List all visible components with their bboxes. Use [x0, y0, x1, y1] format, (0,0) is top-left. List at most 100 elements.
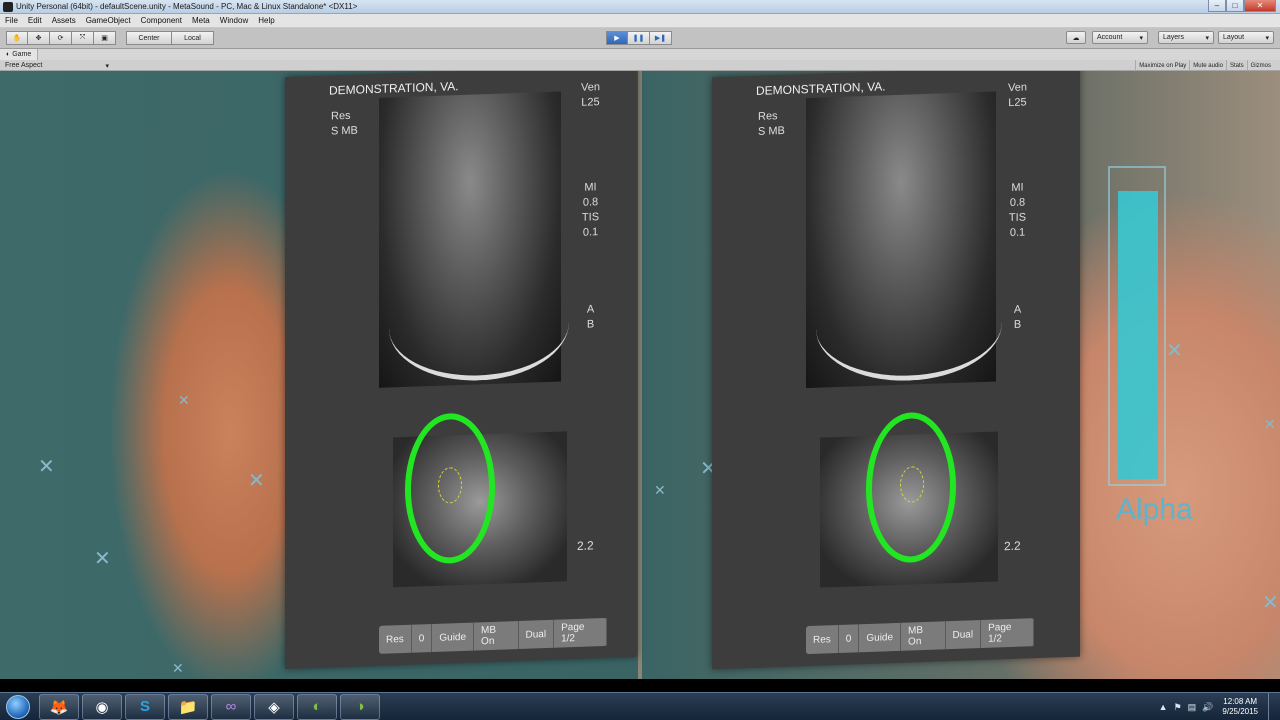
stats-toggle[interactable]: Stats: [1225, 60, 1247, 71]
flag-icon[interactable]: ⚑: [1171, 702, 1185, 713]
monitor-left-labels: Res S MB: [758, 109, 785, 140]
menu-meta[interactable]: Meta: [187, 16, 215, 25]
game-view-icon: ◐: [6, 51, 11, 58]
tracking-marker: ✕: [178, 392, 190, 408]
explorer-app-icon[interactable]: 📁: [168, 693, 208, 720]
tis-value: 0.1: [1009, 226, 1026, 240]
cloud-icon[interactable]: ☁: [1066, 31, 1086, 44]
mi-value: 0.8: [1009, 196, 1026, 210]
mi-label: MI: [584, 181, 597, 194]
footer-guide: Guide: [432, 622, 475, 653]
menu-assets[interactable]: Assets: [47, 16, 81, 25]
playback-controls: ▶ ❚❚ ▶❚: [606, 31, 672, 45]
layers-label: Layers: [1163, 34, 1185, 41]
maximize-button[interactable]: □: [1226, 0, 1244, 12]
system-clock[interactable]: 12:08 AM 9/25/2015: [1216, 697, 1268, 717]
chevron-down-icon: ▾: [1205, 34, 1209, 42]
scale-tool-icon[interactable]: ⤧: [72, 31, 94, 45]
account-dropdown[interactable]: Account ▾: [1092, 31, 1148, 44]
mute-audio-toggle[interactable]: Mute audio: [1189, 60, 1226, 71]
network-icon[interactable]: ▤: [1185, 702, 1200, 713]
move-tool-icon[interactable]: ✥: [28, 31, 50, 45]
volume-icon[interactable]: 🔊: [1199, 702, 1216, 713]
step-button[interactable]: ▶❚: [650, 31, 672, 45]
unity-app-icon[interactable]: ◈: [254, 693, 294, 720]
pivot-controls: Center Local: [126, 31, 214, 45]
tis-value: 0.1: [582, 226, 599, 239]
show-desktop-button[interactable]: [1268, 693, 1280, 720]
gizmos-dropdown[interactable]: Gizmos: [1246, 60, 1274, 71]
ultrasound-monitor-right: DEMONSTRATION, VA. Res S MB Ven L25 MI 0…: [712, 71, 1080, 670]
pause-button[interactable]: ❚❚: [628, 31, 650, 45]
menu-gameobject[interactable]: GameObject: [81, 16, 136, 25]
tracking-marker: ✕: [1264, 416, 1276, 432]
play-button[interactable]: ▶: [606, 31, 628, 45]
windows-logo-icon: [6, 694, 30, 719]
tracking-marker: ✕: [1262, 592, 1279, 614]
account-controls: ☁: [1066, 31, 1086, 44]
main-toolbar: ✋ ✥ ⟳ ⤧ ▣ Center Local ▶ ❚❚ ▶❚ ☁ Account…: [0, 28, 1280, 49]
footer-dual: Dual: [945, 620, 982, 650]
layers-dropdown-wrap: Layers ▾: [1158, 31, 1214, 44]
chevron-down-icon: ▾: [105, 62, 109, 70]
chrome-app-icon[interactable]: ◉: [82, 693, 122, 720]
transform-tools: ✋ ✥ ⟳ ⤧ ▣: [6, 31, 116, 45]
footer-dual: Dual: [518, 619, 555, 649]
res-label: Res: [331, 109, 351, 123]
mi-value: 0.8: [582, 196, 599, 209]
layers-dropdown[interactable]: Layers ▾: [1158, 31, 1214, 44]
skype-app-icon[interactable]: S: [125, 693, 165, 720]
pivot-center-button[interactable]: Center: [126, 31, 172, 45]
tab-game[interactable]: ◐ Game: [0, 49, 39, 60]
menu-edit[interactable]: Edit: [23, 16, 47, 25]
firefox-app-icon[interactable]: 🦊: [39, 693, 79, 720]
game-viewport[interactable]: ✕ ✕ ✕ ✕ ✕ ✕ ✕ ✕ ✕ ✕ DEMONSTRATION, VA. R…: [0, 71, 1280, 679]
menu-window[interactable]: Window: [215, 16, 253, 25]
chevron-down-icon: ▾: [1139, 34, 1143, 42]
minimize-button[interactable]: –: [1208, 0, 1226, 12]
footer-res: Res: [379, 624, 412, 654]
menu-component[interactable]: Component: [136, 16, 187, 25]
close-button[interactable]: ✕: [1244, 0, 1276, 12]
nvidia-app-icon[interactable]: ◐: [297, 693, 337, 720]
layout-dropdown-wrap: Layout ▾: [1218, 31, 1274, 44]
unity-logo-icon: [3, 1, 13, 12]
monitor-right-labels: Ven L25 MI 0.8 TIS 0.1 A B: [581, 80, 600, 333]
menu-help[interactable]: Help: [253, 16, 279, 25]
game-view-options: Maximize on Play Mute audio Stats Gizmos: [1135, 60, 1274, 71]
marker-a-label: A: [1013, 303, 1022, 316]
system-tray: ▲ ⚑ ▤ 🔊 12:08 AM 9/25/2015: [1156, 693, 1280, 720]
pivot-local-button[interactable]: Local: [172, 31, 214, 45]
chevron-down-icon: ▾: [1265, 34, 1269, 42]
windows-taskbar: 🦊 ◉ S 📁 ∞ ◈ ◐ ◑ ▲ ⚑ ▤ 🔊 12:08 AM 9/25/20…: [0, 692, 1280, 720]
footer-page: Page 1/2: [981, 618, 1034, 649]
tracking-marker: ✕: [654, 482, 666, 498]
maximize-on-play-toggle[interactable]: Maximize on Play: [1135, 60, 1189, 71]
rect-tool-icon[interactable]: ▣: [94, 31, 116, 45]
window-title: Unity Personal (64bit) - defaultScene.un…: [16, 2, 358, 11]
monitor-footer: Res 0 Guide MB On Dual Page 1/2: [806, 618, 1034, 655]
tray-expand-icon[interactable]: ▲: [1156, 702, 1171, 712]
clock-time: 12:08 AM: [1223, 697, 1258, 706]
tracking-marker: ✕: [1166, 340, 1183, 362]
mi-label: MI: [1011, 181, 1024, 194]
marker-a-label: A: [586, 303, 595, 316]
alpha-slider-fill[interactable]: [1118, 191, 1158, 479]
visual-studio-app-icon[interactable]: ∞: [211, 693, 251, 720]
tis-label: TIS: [581, 211, 600, 224]
account-dropdown-wrap: Account ▾: [1092, 31, 1148, 44]
tracking-marker: ✕: [38, 456, 55, 478]
tracking-marker: ✕: [248, 470, 265, 492]
rotate-tool-icon[interactable]: ⟳: [50, 31, 72, 45]
menu-file[interactable]: File: [0, 16, 23, 25]
mode-label: S MB: [331, 124, 358, 138]
footer-zero: 0: [411, 624, 433, 653]
nvidia-secondary-app-icon[interactable]: ◑: [340, 693, 380, 720]
title-bar: Unity Personal (64bit) - defaultScene.un…: [0, 0, 1280, 14]
footer-mb-on: MB On: [901, 621, 946, 651]
aspect-dropdown[interactable]: Free Aspect ▾: [3, 60, 111, 71]
layout-dropdown[interactable]: Layout ▾: [1218, 31, 1274, 44]
hand-tool-icon[interactable]: ✋: [6, 31, 28, 45]
start-button[interactable]: [0, 693, 36, 720]
